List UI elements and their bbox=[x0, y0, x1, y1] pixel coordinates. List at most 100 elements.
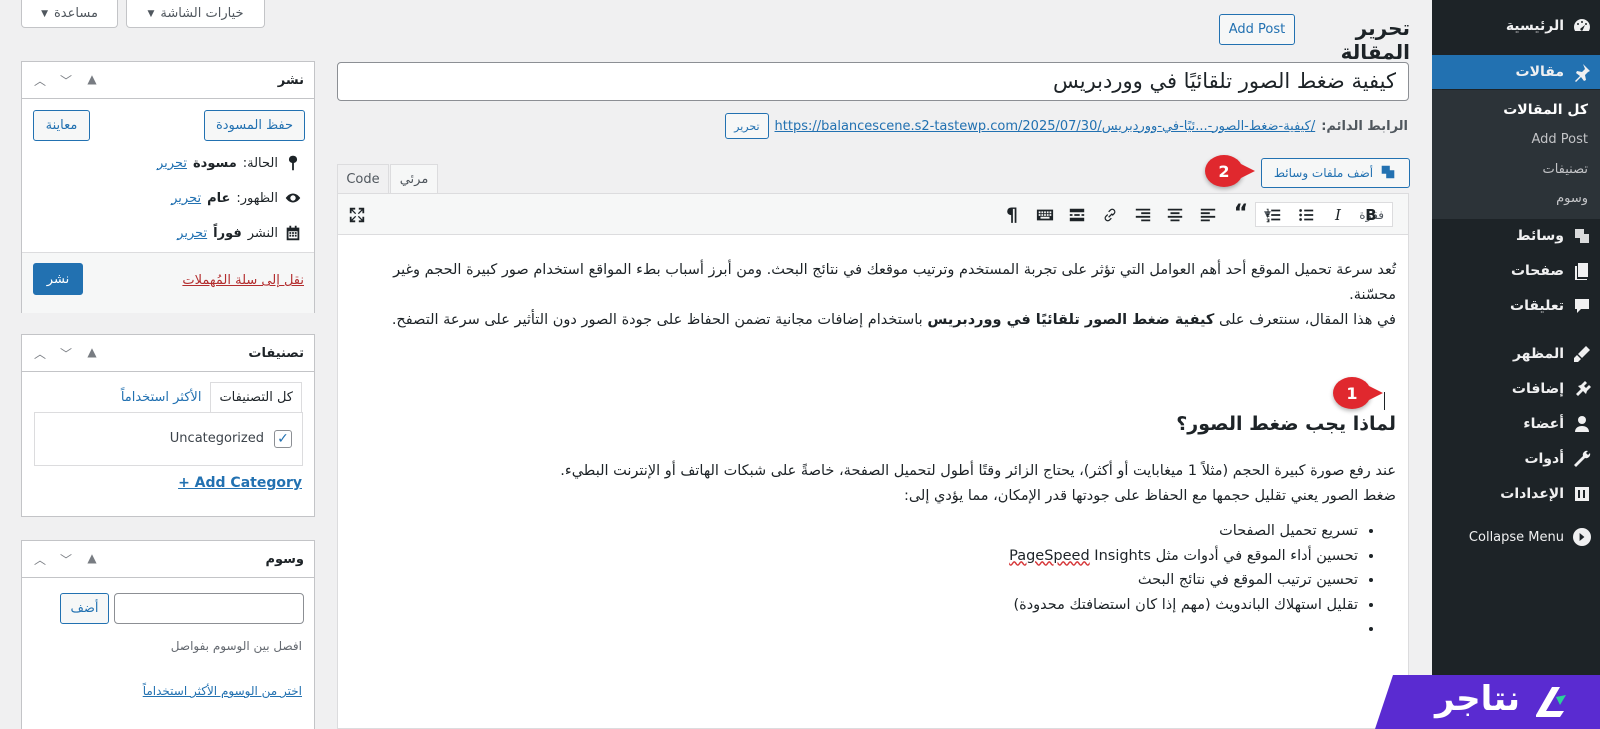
submenu-all-posts[interactable]: كل المقالات bbox=[1503, 102, 1588, 118]
menu-label: إضافات bbox=[1511, 381, 1564, 397]
align-left-icon[interactable] bbox=[1197, 204, 1219, 226]
annotation-arrow-1 bbox=[1369, 386, 1383, 400]
brand-logo: نتاجر bbox=[1375, 675, 1600, 729]
permalink-label: الرابط الدائم: bbox=[1321, 118, 1408, 134]
tab-most-used-categories[interactable]: الأكثر استخداماً bbox=[112, 382, 211, 413]
bullet-list-icon[interactable] bbox=[1295, 204, 1317, 226]
collapse-menu[interactable]: Collapse Menu bbox=[1432, 528, 1600, 546]
status-edit-link[interactable]: تحرير bbox=[157, 156, 187, 171]
paragraph-1: تُعد سرعة تحميل الموقع أحد أهم العوامل ا… bbox=[393, 262, 1396, 303]
add-tag-button[interactable]: أضف bbox=[60, 593, 109, 624]
screen-options-label: خيارات الشاشة bbox=[160, 6, 244, 21]
paragraph-4: ضغط الصور يعني تقليل حجمها مع الحفاظ على… bbox=[903, 488, 1396, 504]
media-icon bbox=[1564, 226, 1600, 246]
numbered-list-icon[interactable] bbox=[1262, 204, 1284, 226]
chevron-down-icon: ▼ bbox=[41, 8, 48, 19]
permalink-row: الرابط الدائم: https://balancescene.s2-t… bbox=[704, 113, 1408, 139]
move-to-trash-link[interactable]: نقل إلى سلة المُهملات bbox=[182, 273, 304, 288]
tags-box-title: وسوم bbox=[265, 551, 304, 567]
settings-icon bbox=[1564, 484, 1600, 504]
tab-code[interactable]: Code bbox=[337, 164, 389, 194]
calendar-icon bbox=[286, 225, 300, 241]
tab-visual[interactable]: مرئي bbox=[390, 164, 438, 194]
publish-box: نشر ︿ ﹀ ▲ حفظ المسودة معاينة الحالة: مسودة ت… bbox=[21, 61, 315, 313]
list-item: تحسين أداء الموقع في أدوات مثل PageSpeed… bbox=[348, 544, 1358, 569]
chevron-down-icon[interactable]: ﹀ bbox=[58, 551, 74, 568]
menu-item-dashboard[interactable]: الرئيسية bbox=[1432, 9, 1600, 43]
category-list: ✓ Uncategorized bbox=[34, 412, 303, 466]
save-draft-button[interactable]: حفظ المسودة bbox=[204, 110, 305, 141]
add-media-button[interactable]: أضف ملفات وسائط bbox=[1261, 158, 1410, 188]
triangle-up-icon[interactable]: ▲ bbox=[84, 345, 100, 362]
menu-label: الرئيسية bbox=[1505, 18, 1564, 34]
menu-item-comments[interactable]: تعليقات bbox=[1432, 289, 1600, 323]
page-title: تحرير المقالة bbox=[1340, 16, 1410, 64]
submenu-tags[interactable]: وسوم bbox=[1556, 191, 1588, 206]
toolbar-toggle-icon[interactable] bbox=[1034, 204, 1056, 226]
menu-item-posts[interactable]: مقالات bbox=[1424, 55, 1600, 89]
add-post-button[interactable]: Add Post bbox=[1219, 14, 1295, 45]
paragraph-icon[interactable]: ¶ bbox=[1001, 204, 1023, 226]
align-center-icon[interactable] bbox=[1164, 204, 1186, 226]
admin-sidebar: الرئيسية مقالات كل المقالات Add Post تصن… bbox=[1424, 0, 1600, 729]
categories-box-title: تصنيفات bbox=[248, 345, 304, 361]
list-item: تسريع تحميل الصفحات bbox=[348, 519, 1358, 544]
publish-button[interactable]: نشر bbox=[33, 263, 83, 295]
italic-icon[interactable]: I bbox=[1327, 204, 1349, 226]
annotation-arrow-2 bbox=[1241, 164, 1255, 178]
posts-submenu: كل المقالات Add Post تصنيفات وسوم bbox=[1432, 90, 1600, 219]
most-used-tags-link[interactable]: اختر من الوسوم الأكثر استخداماً bbox=[143, 684, 302, 698]
triangle-up-icon[interactable]: ▲ bbox=[84, 551, 100, 568]
menu-item-plugins[interactable]: إضافات bbox=[1432, 372, 1600, 406]
menu-label: وسائط bbox=[1516, 228, 1564, 244]
chevron-down-icon[interactable]: ﹀ bbox=[58, 345, 74, 362]
menu-item-users[interactable]: أعضاء bbox=[1432, 407, 1600, 441]
link-icon[interactable] bbox=[1099, 204, 1121, 226]
tab-all-categories[interactable]: كل التصنيفات bbox=[210, 382, 302, 413]
visibility-edit-link[interactable]: تحرير bbox=[171, 191, 201, 206]
menu-item-pages[interactable]: صفحات bbox=[1432, 254, 1600, 288]
tag-input[interactable] bbox=[114, 593, 304, 624]
tag-hint: افصل بين الوسوم بفواصل bbox=[170, 639, 302, 653]
chevron-up-icon[interactable]: ︿ bbox=[32, 345, 48, 362]
align-right-icon[interactable] bbox=[1132, 204, 1154, 226]
permalink-slug-link[interactable]: كيفية-ضغط-الصور-...ئيًا-في-ووردبريس/ bbox=[1102, 119, 1315, 134]
media-icon bbox=[1379, 163, 1397, 184]
annotation-badge-2: 2 bbox=[1205, 155, 1243, 187]
chevron-up-icon[interactable]: ︿ bbox=[32, 72, 48, 89]
bold-icon[interactable]: B bbox=[1360, 204, 1382, 226]
list-item: تقليل استهلاك الباندويث (مهم إذا كان است… bbox=[348, 593, 1358, 618]
plugins-icon bbox=[1564, 379, 1600, 399]
preview-button[interactable]: معاينة bbox=[33, 110, 90, 141]
chevron-down-icon: ▼ bbox=[147, 8, 155, 19]
permalink-edit-button[interactable]: تحرير bbox=[725, 113, 769, 139]
help-button[interactable]: ▼ مساعدة bbox=[21, 0, 118, 28]
triangle-up-icon[interactable]: ▲ bbox=[84, 72, 100, 89]
fullscreen-icon[interactable] bbox=[346, 204, 368, 226]
submenu-categories[interactable]: تصنيفات bbox=[1542, 162, 1588, 177]
appearance-icon bbox=[1564, 344, 1600, 364]
add-category-link[interactable]: + Add Category bbox=[178, 475, 302, 491]
menu-item-settings[interactable]: الإعدادات bbox=[1432, 477, 1600, 511]
blockquote-icon[interactable]: “ bbox=[1230, 201, 1252, 226]
screen-options-button[interactable]: ▼ خيارات الشاشة bbox=[126, 0, 265, 28]
menu-item-appearance[interactable]: المظهر bbox=[1432, 337, 1600, 371]
chevron-down-icon[interactable]: ﹀ bbox=[58, 72, 74, 89]
benefits-list: تسريع تحميل الصفحات تحسين أداء الموقع في… bbox=[348, 519, 1358, 642]
add-media-label: أضف ملفات وسائط bbox=[1273, 166, 1374, 180]
schedule-edit-link[interactable]: تحرير bbox=[177, 226, 207, 241]
paragraph-3: عند رفع صورة كبيرة الحجم (مثلاً 1 ميغابا… bbox=[560, 463, 1396, 479]
category-label: Uncategorized bbox=[169, 431, 264, 446]
text-caret bbox=[1384, 392, 1385, 410]
post-title-input[interactable]: كيفية ضغط الصور تلقائيًا في ووردبريس bbox=[337, 62, 1409, 101]
chevron-up-icon[interactable]: ︿ bbox=[32, 551, 48, 568]
editor-content[interactable]: تُعد سرعة تحميل الموقع أحد أهم العوامل ا… bbox=[337, 235, 1409, 729]
menu-label: تعليقات bbox=[1510, 298, 1564, 314]
read-more-icon[interactable] bbox=[1066, 204, 1088, 226]
menu-item-media[interactable]: وسائط bbox=[1432, 219, 1600, 253]
permalink-base-link[interactable]: https://balancescene.s2-tastewp.com/2025… bbox=[775, 119, 1102, 134]
category-checkbox[interactable]: ✓ bbox=[274, 430, 292, 448]
submenu-add-post[interactable]: Add Post bbox=[1531, 132, 1588, 147]
menu-item-tools[interactable]: أدوات bbox=[1432, 442, 1600, 476]
collapse-icon bbox=[1573, 528, 1591, 546]
